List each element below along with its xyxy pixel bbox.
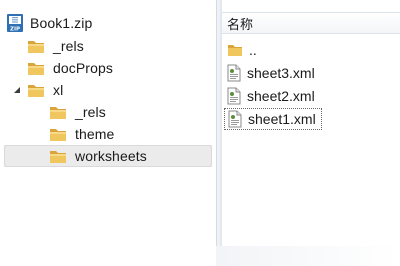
list-item-file[interactable]: sheet1.xml bbox=[224, 108, 322, 130]
tree-item-xl[interactable]: xl bbox=[27, 79, 207, 101]
xml-file-icon bbox=[227, 87, 241, 105]
tree-item-xl-rels[interactable]: _rels bbox=[49, 101, 209, 123]
tree-item-worksheets[interactable]: worksheets bbox=[4, 145, 212, 167]
folder-icon bbox=[50, 129, 66, 141]
list-item-label: .. bbox=[249, 42, 257, 58]
xml-file-icon bbox=[228, 110, 242, 128]
archive-browser-window: ZIP Book1.zip _rels docProps xl _rels th… bbox=[0, 0, 400, 266]
folder-icon bbox=[28, 63, 44, 75]
expand-collapse-toggle[interactable] bbox=[12, 85, 22, 95]
tree-item-label: theme bbox=[75, 126, 115, 142]
folder-open-icon bbox=[28, 85, 44, 97]
tree-item-label: xl bbox=[53, 82, 64, 98]
list-item-parent-folder[interactable]: .. bbox=[224, 39, 374, 61]
list-item-file[interactable]: sheet3.xml bbox=[224, 62, 374, 84]
folder-icon bbox=[50, 151, 66, 163]
tree-item-root-archive[interactable]: ZIP Book1.zip bbox=[6, 12, 206, 34]
folder-icon bbox=[28, 41, 44, 53]
tree-item-label: Book1.zip bbox=[30, 15, 93, 31]
zip-archive-icon: ZIP bbox=[7, 14, 23, 32]
status-strip bbox=[216, 246, 400, 266]
tree-item-label: docProps bbox=[53, 60, 113, 76]
list-item-label: sheet2.xml bbox=[247, 88, 315, 104]
tree-item-label: _rels bbox=[75, 104, 106, 120]
list-item-file[interactable]: sheet2.xml bbox=[224, 85, 374, 107]
list-item-label: sheet1.xml bbox=[248, 111, 316, 127]
tree-item-label: worksheets bbox=[75, 148, 147, 164]
column-header-label: 名称 bbox=[227, 17, 254, 33]
tree-item-label: _rels bbox=[53, 38, 84, 54]
svg-text:ZIP: ZIP bbox=[10, 26, 20, 32]
folder-icon bbox=[50, 107, 66, 119]
file-list-pane: 名称 .. sheet3.xml sheet2.xml sheet1.xml bbox=[222, 0, 400, 266]
folder-icon bbox=[228, 45, 242, 56]
folder-tree-pane: ZIP Book1.zip _rels docProps xl _rels th… bbox=[0, 0, 216, 266]
tree-item-rels[interactable]: _rels bbox=[27, 35, 207, 57]
column-header-name[interactable]: 名称 bbox=[222, 12, 400, 34]
tree-item-theme[interactable]: theme bbox=[49, 123, 209, 145]
collapse-arrow-icon bbox=[14, 87, 20, 93]
list-item-label: sheet3.xml bbox=[247, 65, 315, 81]
tree-item-docprops[interactable]: docProps bbox=[27, 57, 207, 79]
xml-file-icon bbox=[227, 64, 241, 82]
